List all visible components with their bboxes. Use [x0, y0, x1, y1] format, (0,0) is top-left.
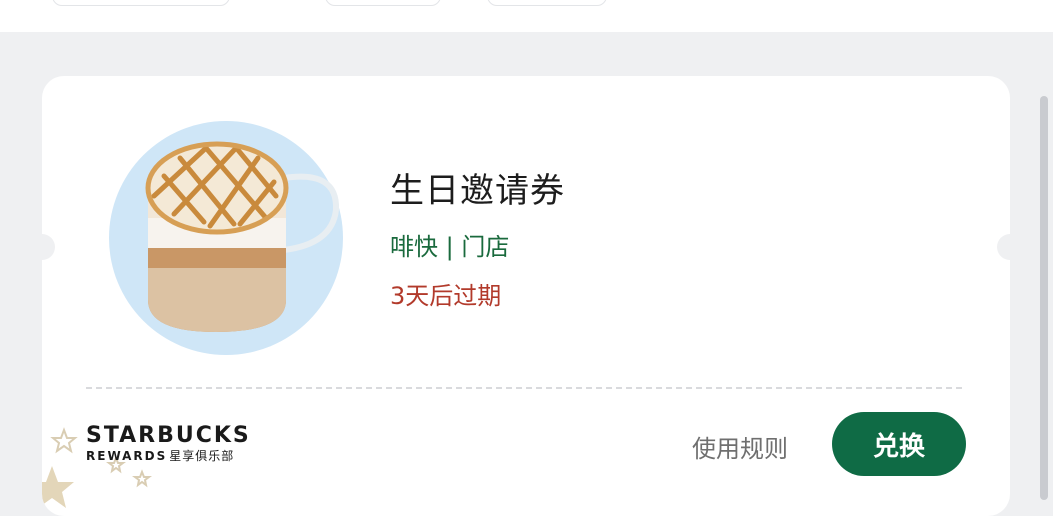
coupon-expiry: 3天后过期	[390, 282, 502, 310]
coupon-card[interactable]: 生日邀请券 啡快 | 门店 3天后过期 STARBUCKS REWARDS 星享俱…	[42, 76, 1010, 516]
dashed-divider	[86, 387, 962, 389]
starbucks-rewards-logo: STARBUCKS REWARDS 星享俱乐部	[86, 424, 251, 464]
brand-subtitle-cn: 星享俱乐部	[169, 449, 235, 463]
brand-subtitle-row: REWARDS 星享俱乐部	[86, 448, 251, 464]
brand-name: STARBUCKS	[86, 423, 251, 448]
coupon-title: 生日邀请券	[390, 171, 565, 211]
caramel-macchiato-cup-icon	[109, 121, 343, 355]
top-tab-2[interactable]	[325, 0, 441, 6]
top-tab-1[interactable]	[52, 0, 230, 6]
brand-subtitle: REWARDS	[86, 449, 168, 463]
coupon-tags: 啡快 | 门店	[390, 233, 510, 261]
top-tab-strip	[0, 0, 1053, 32]
card-notch-left	[42, 234, 55, 260]
top-tab-3[interactable]	[487, 0, 607, 6]
redeem-button[interactable]: 兑换	[832, 412, 966, 476]
card-notch-right	[997, 234, 1010, 260]
scrollbar[interactable]	[1040, 96, 1048, 500]
usage-rules-link[interactable]: 使用规则	[692, 429, 788, 464]
